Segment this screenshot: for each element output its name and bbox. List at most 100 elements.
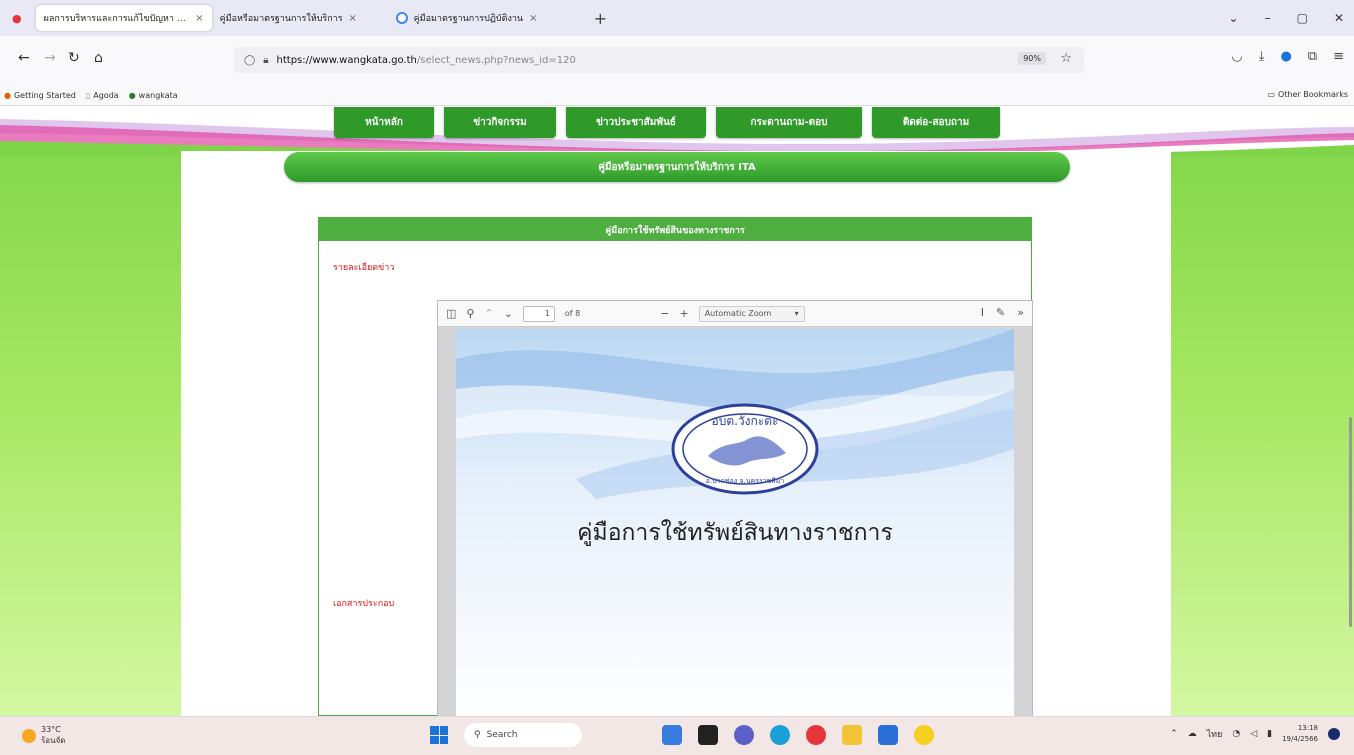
- tab-title: คู่มือหรือมาตรฐานการให้บริการ: [219, 14, 343, 24]
- system-tray: ⌃ ☁ ไทย ◔ ◁ ▮ 13:18 19/4/2566: [1170, 723, 1340, 745]
- battery-icon[interactable]: ▮: [1267, 729, 1272, 739]
- maximize-icon[interactable]: ▢: [1297, 11, 1308, 25]
- menu-qa-board[interactable]: กระดานถาม-ตอบ: [716, 107, 862, 138]
- windows-start-icon[interactable]: [430, 726, 448, 744]
- web-page: หน้าหลัก ข่าวกิจกรรม ข่าวประชาสัมพันธ์ ก…: [0, 107, 1354, 716]
- bookmark-label: Getting Started: [13, 91, 76, 100]
- more-tools-icon[interactable]: »: [1017, 306, 1024, 319]
- other-bookmarks[interactable]: ▭ Other Bookmarks: [1267, 90, 1348, 99]
- tab-2[interactable]: คู่มือมาตรฐานการปฏิบัติงาน ×: [388, 5, 588, 31]
- page-icon: ▯: [85, 91, 91, 100]
- zoom-in-icon[interactable]: +: [679, 307, 688, 320]
- minimize-icon[interactable]: –: [1265, 11, 1271, 25]
- search-icon: ⚲: [474, 730, 481, 740]
- chevron-down-icon[interactable]: ⌄: [504, 307, 513, 320]
- url-bar[interactable]: ◯ 🔒︎ https://www.wangkata.go.th /select_…: [234, 47, 1084, 73]
- pdf-document-title: คู่มือการใช้ทรัพย์สินทางราชการ: [577, 520, 893, 546]
- bookmark-label: Other Bookmarks: [1278, 90, 1348, 99]
- tab-0[interactable]: ผลการบริหารและการแก้ไขปัญหา อบต. ×: [35, 5, 212, 31]
- zoom-badge[interactable]: 90%: [1018, 52, 1046, 65]
- site-menu: หน้าหลัก ข่าวกิจกรรม ข่าวประชาสัมพันธ์ ก…: [334, 107, 1000, 138]
- weather-status: ร้อนจัด: [41, 736, 66, 745]
- taskbar-apps: ⚲ Search: [430, 723, 934, 747]
- close-tab-icon[interactable]: ×: [529, 13, 537, 24]
- sun-icon: [22, 729, 36, 743]
- pocket-icon[interactable]: ◡: [1231, 49, 1242, 64]
- news-box-header: คู่มือการใช้ทรัพย์สินของทางราชการ: [319, 218, 1031, 241]
- bookmark-label: wangkata: [138, 91, 178, 100]
- home-icon[interactable]: ⌂: [94, 51, 103, 65]
- bookmark-wangkata[interactable]: ● wangkata: [129, 91, 178, 100]
- chat-icon[interactable]: [734, 725, 754, 745]
- draw-icon[interactable]: ✎: [996, 306, 1005, 319]
- chevron-up-icon[interactable]: ⌃: [484, 307, 493, 320]
- sidebar-toggle-icon[interactable]: ◫: [446, 307, 456, 320]
- bookmark-getting-started[interactable]: ● Getting Started: [4, 91, 76, 100]
- pdf-toolbar: ◫ ⚲ ⌃ ⌄ 1 of 8 − + Automatic Zoom ▾ I ✎ »: [438, 301, 1032, 327]
- pdf-viewer: ◫ ⚲ ⌃ ⌄ 1 of 8 − + Automatic Zoom ▾ I ✎ »: [437, 300, 1033, 716]
- zoom-out-icon[interactable]: −: [660, 307, 669, 320]
- hamburger-menu-icon[interactable]: ≡: [1333, 49, 1344, 64]
- task-view-icon[interactable]: [698, 725, 718, 745]
- folder-icon: ▭: [1267, 90, 1276, 99]
- edge-icon[interactable]: [770, 725, 790, 745]
- bookmark-star-icon[interactable]: ☆: [1060, 51, 1072, 66]
- menu-activities[interactable]: ข่าวกิจกรรม: [444, 107, 556, 138]
- pdf-tools: I ✎ »: [981, 306, 1024, 319]
- firefox-icon[interactable]: [806, 725, 826, 745]
- menu-pr-news[interactable]: ข่าวประชาสัมพันธ์: [566, 107, 706, 138]
- window-controls: ⌄ – ▢ ✕: [1229, 0, 1344, 36]
- google-icon: [395, 12, 408, 24]
- date: 19/4/2566: [1282, 735, 1318, 743]
- search-icon[interactable]: ⚲: [466, 307, 474, 320]
- zoom-value: Automatic Zoom: [704, 309, 772, 318]
- language-indicator[interactable]: ไทย: [1207, 727, 1223, 741]
- bookmark-agoda[interactable]: ▯ Agoda: [86, 91, 119, 100]
- close-tab-icon[interactable]: ×: [195, 13, 203, 24]
- zoom-select[interactable]: Automatic Zoom ▾: [698, 305, 805, 322]
- chevron-up-icon[interactable]: ⌃: [1170, 729, 1178, 739]
- download-icon[interactable]: ⤓: [1259, 49, 1265, 64]
- close-window-icon[interactable]: ✕: [1334, 11, 1344, 25]
- page-number-input[interactable]: 1: [522, 305, 555, 322]
- firefox-menu-icon[interactable]: ●: [12, 12, 22, 25]
- new-tab-icon[interactable]: +: [594, 9, 607, 28]
- tab-title: ผลการบริหารและการแก้ไขปัญหา อบต.: [43, 14, 190, 24]
- volume-icon[interactable]: ◁: [1250, 729, 1257, 739]
- text-cursor-icon[interactable]: I: [981, 306, 984, 319]
- store-icon[interactable]: [878, 725, 898, 745]
- menu-home[interactable]: หน้าหลัก: [334, 107, 434, 138]
- back-icon[interactable]: ←: [18, 51, 30, 65]
- tab-bar: ● ผลการบริหารและการแก้ไขปัญหา อบต. × คู่…: [0, 0, 1354, 36]
- notification-icon[interactable]: [1328, 728, 1340, 740]
- news-box: คู่มือการใช้ทรัพย์สินของทางราชการ รายละเ…: [318, 217, 1033, 716]
- app-icon[interactable]: [914, 725, 934, 745]
- menu-contact[interactable]: ติดต่อ-สอบถาม: [872, 107, 1000, 138]
- page-scrollbar[interactable]: [1349, 417, 1352, 627]
- weather-widget[interactable]: 33°C ร้อนจัด: [22, 725, 65, 747]
- bookmarks-bar: ● Getting Started ▯ Agoda ● wangkata ▭ Other…: [0, 86, 1354, 106]
- page-title: คู่มือหรือมาตรฐานการให้บริการ ITA: [284, 152, 1070, 182]
- taskbar-search[interactable]: ⚲ Search: [464, 723, 582, 747]
- file-explorer-icon[interactable]: [842, 725, 862, 745]
- cloud-icon[interactable]: ☁: [1188, 729, 1197, 739]
- reload-icon[interactable]: ↻: [68, 51, 80, 65]
- shield-icon[interactable]: ◯: [244, 55, 255, 66]
- widgets-icon[interactable]: [662, 725, 682, 745]
- forward-icon[interactable]: →: [44, 51, 56, 65]
- close-tab-icon[interactable]: ×: [349, 13, 357, 24]
- bookmark-label: Agoda: [93, 91, 119, 100]
- pdf-page: อบต.วังกะตะ อ.ปากช่อง จ.นครราชสีมา คู่มื…: [456, 329, 1014, 716]
- tab-title: คู่มือมาตรฐานการปฏิบัติงาน: [413, 14, 524, 24]
- taskbar: 33°C ร้อนจัด ⚲ Search ⌃ ☁ ไทย ◔ ◁ ▮ 13:1…: [0, 716, 1354, 755]
- account-icon[interactable]: ●: [1280, 49, 1291, 64]
- wifi-icon[interactable]: ◔: [1232, 729, 1240, 739]
- lock-icon[interactable]: 🔒︎: [263, 55, 268, 66]
- tab-1[interactable]: คู่มือหรือมาตรฐานการให้บริการ ×: [212, 5, 388, 31]
- weather-temp: 33°C: [41, 725, 61, 734]
- list-tabs-icon[interactable]: ⌄: [1229, 11, 1239, 25]
- seal-text-top: อบต.วังกะตะ: [712, 414, 779, 428]
- extensions-icon[interactable]: ⧉: [1308, 49, 1317, 64]
- clock[interactable]: 13:18 19/4/2566: [1282, 723, 1318, 745]
- toolbar-right: ◡ ⤓ ● ⧉ ≡: [1231, 49, 1344, 64]
